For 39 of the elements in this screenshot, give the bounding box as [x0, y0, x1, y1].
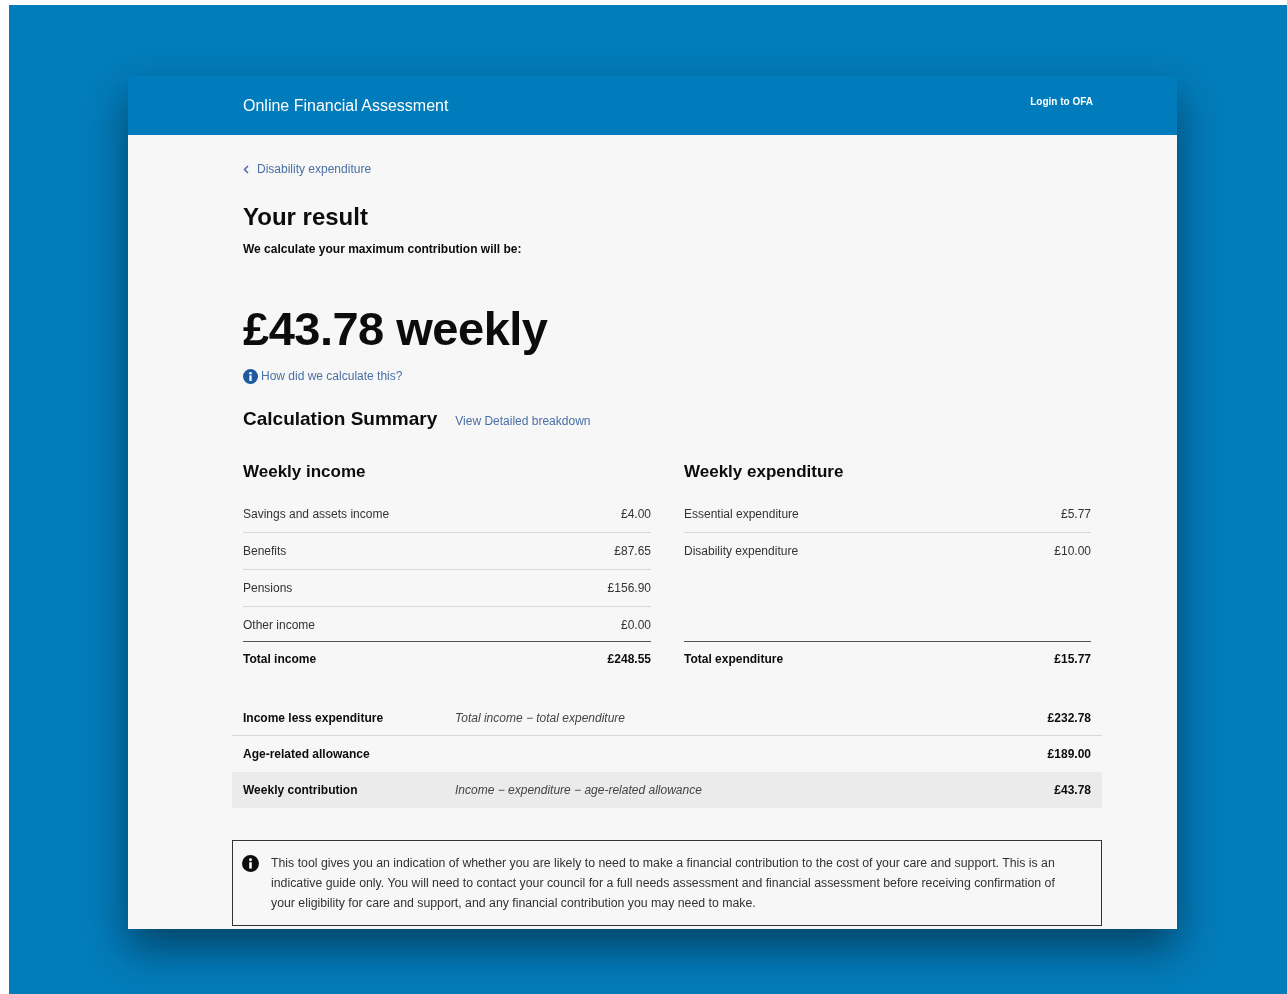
total-label: Total income [243, 652, 317, 666]
row-label: Benefits [243, 543, 287, 558]
row-label: Essential expenditure [684, 506, 799, 521]
row-value: £189.00 [1047, 746, 1091, 761]
row-label: Disability expenditure [684, 543, 799, 558]
column-heading: Weekly income [243, 460, 367, 483]
site-title: Online Financial Assessment [243, 96, 449, 115]
page-heading: Your result [243, 201, 369, 232]
row-value: £156.90 [607, 580, 651, 595]
row-label: Income less expenditure [243, 710, 384, 725]
row-value: £4.00 [620, 506, 651, 521]
row-label: Savings and assets income [243, 506, 390, 521]
help-link[interactable]: How did we calculate this? [243, 368, 403, 384]
formula-text: Income − expenditure − age-related allowance [455, 782, 702, 797]
total-value: £248.55 [607, 652, 651, 666]
total-value: £15.77 [1054, 652, 1091, 666]
info-icon [242, 854, 259, 872]
row-value: £232.78 [1047, 710, 1091, 725]
section-heading: Calculation Summary [243, 407, 438, 430]
row-label: Weekly contribution [243, 782, 358, 797]
back-link[interactable]: Disability expenditure [243, 162, 372, 176]
notice-text: This tool gives you an indication of whether you are likely to need to make a financial contribution to the cost of your care and support. This is an indicative guide only. You will need to contact your council for a full needs assessment and financial assessment before receiving confirmation of your eligibility for care and support, and any financial contribution you may need to make. [271, 854, 1056, 912]
row-value: £5.77 [1060, 506, 1091, 521]
row-value: £0.00 [620, 617, 651, 632]
row-label: Pensions [243, 580, 293, 595]
contribution-amount: £43.78 weekly [243, 301, 549, 356]
formula-text: Total income − total expenditure [455, 710, 625, 725]
login-link[interactable]: Login to OFA [1030, 95, 1093, 107]
breakdown-link[interactable]: View Detailed breakdown [455, 413, 591, 428]
total-label: Total expenditure [684, 652, 784, 666]
intro-text: We calculate your maximum contribution will be: [243, 241, 523, 256]
row-value: £43.78 [1054, 782, 1091, 797]
row-value: £10.00 [1054, 543, 1091, 558]
row-label: Age-related allowance [243, 746, 370, 761]
info-icon [243, 368, 258, 384]
column-heading: Weekly expenditure [684, 460, 845, 483]
row-label: Other income [243, 617, 316, 632]
chevron-left-icon [243, 164, 249, 174]
row-value: £87.65 [614, 543, 651, 558]
